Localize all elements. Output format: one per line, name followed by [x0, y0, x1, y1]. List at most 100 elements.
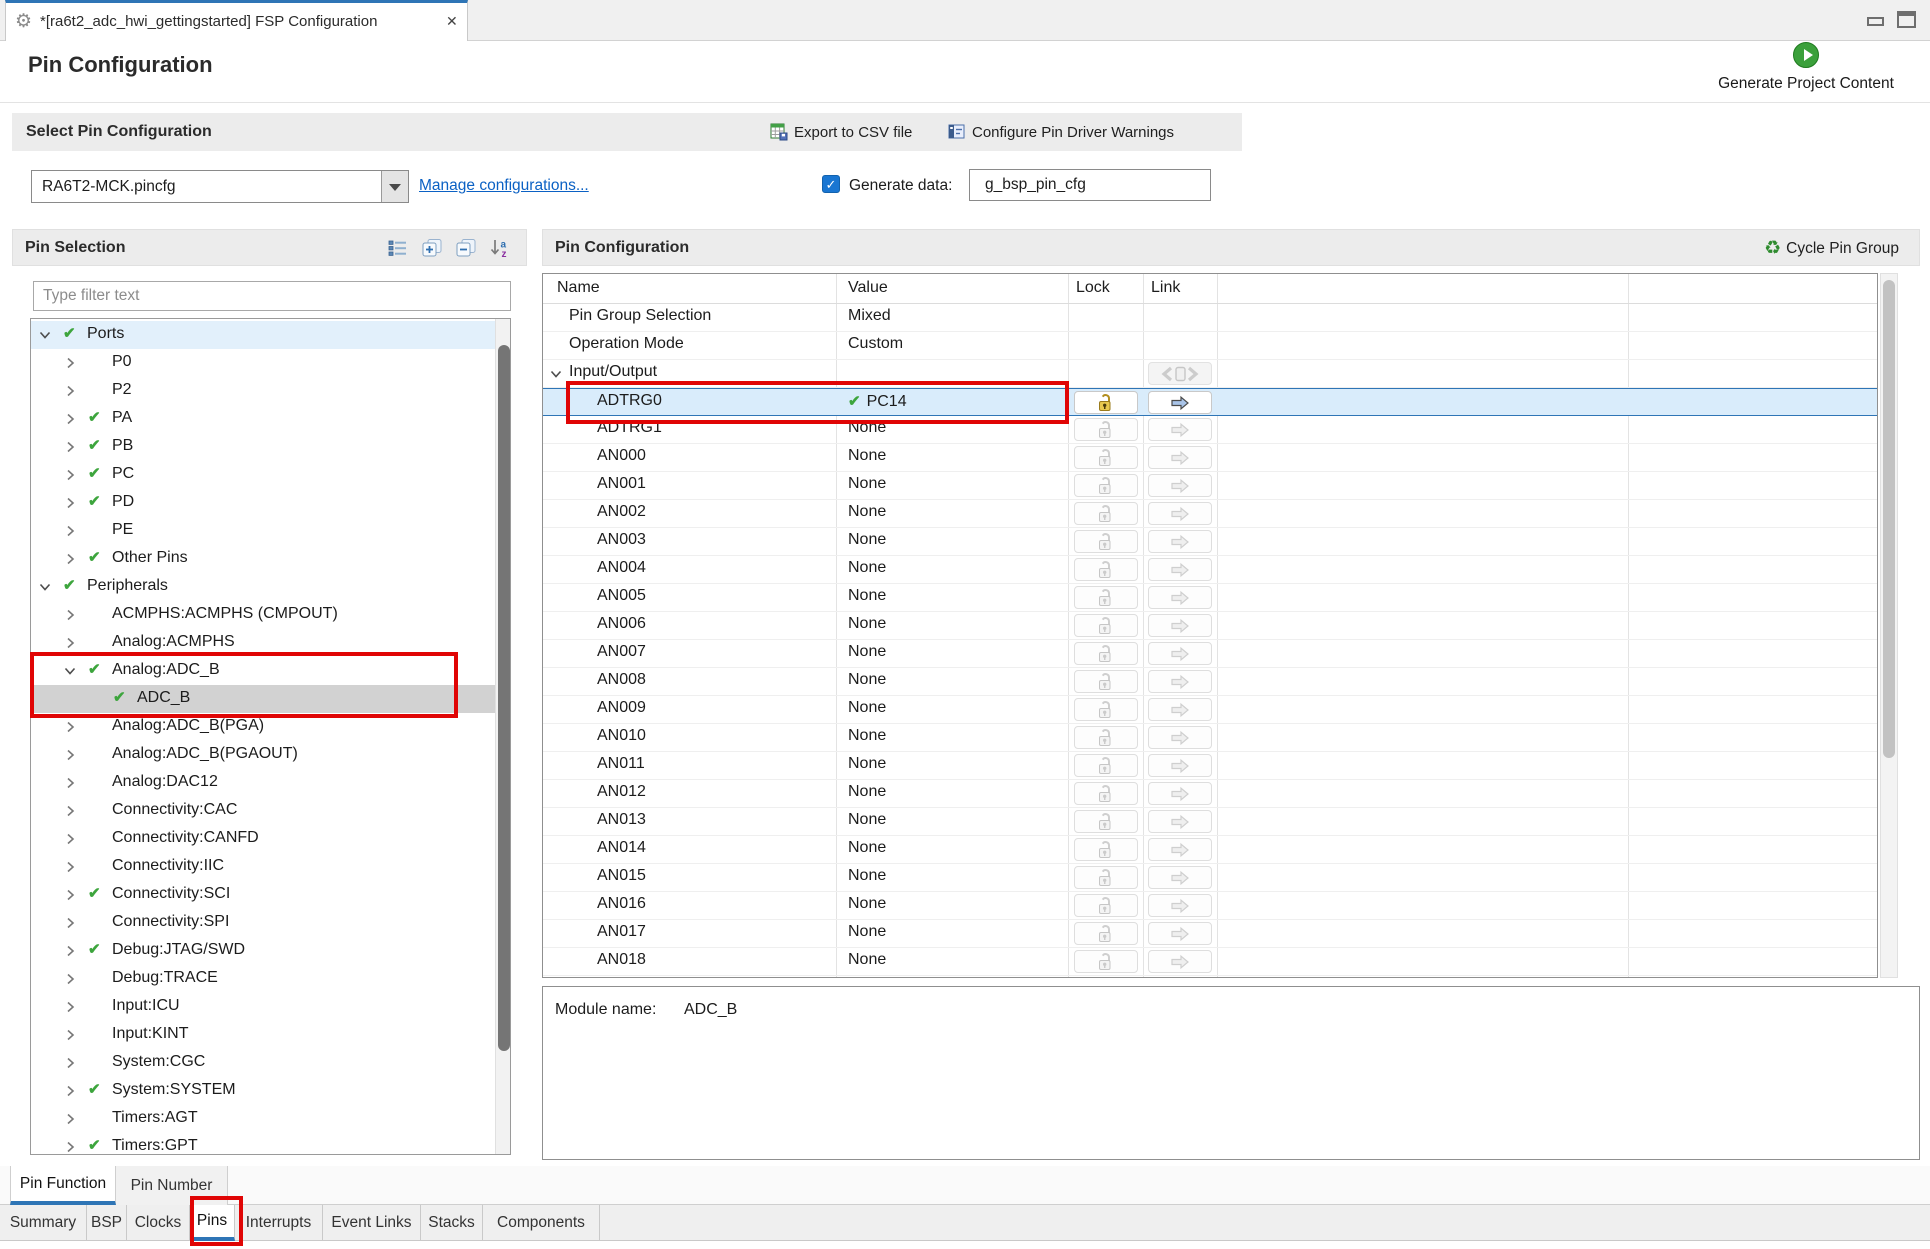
view-tab-pin-number[interactable]: Pin Number: [116, 1166, 228, 1205]
link-arrow-icon[interactable]: [1148, 950, 1212, 973]
table-scrollbar[interactable]: [1880, 273, 1898, 978]
link-arrow-icon[interactable]: [1148, 782, 1212, 805]
chevron-right-icon[interactable]: [62, 523, 78, 539]
page-tab-clocks[interactable]: Clocks: [127, 1205, 190, 1241]
pin-row-an003[interactable]: AN003None: [543, 528, 1877, 556]
link-arrow-icon[interactable]: [1148, 922, 1212, 945]
view-tab-pin-function[interactable]: Pin Function: [10, 1166, 116, 1205]
tree-scrollbar-thumb[interactable]: [498, 345, 510, 1051]
expand-all-icon[interactable]: [420, 237, 444, 259]
lock-unlocked-icon[interactable]: [1074, 474, 1138, 497]
link-arrow-icon[interactable]: [1148, 754, 1212, 777]
chevron-down-icon[interactable]: [62, 663, 78, 679]
chevron-right-icon[interactable]: [62, 859, 78, 875]
link-arrow-icon[interactable]: [1148, 838, 1212, 861]
page-tab-bsp[interactable]: BSP: [87, 1205, 127, 1241]
link-arrow-icon[interactable]: [1148, 726, 1212, 749]
page-tab-summary[interactable]: Summary: [0, 1205, 87, 1241]
pin-row-an016[interactable]: AN016None: [543, 892, 1877, 920]
lock-unlocked-icon[interactable]: [1074, 810, 1138, 833]
chevron-right-icon[interactable]: [62, 495, 78, 511]
tree-item-connectivity-spi[interactable]: Connectivity:SPI: [31, 909, 495, 937]
tree-item-connectivity-iic[interactable]: Connectivity:IIC: [31, 853, 495, 881]
pin-row-an008[interactable]: AN008None: [543, 668, 1877, 696]
tree-item-pa[interactable]: ✔PA: [31, 405, 495, 433]
table-scrollbar-thumb[interactable]: [1883, 280, 1895, 758]
chevron-right-icon[interactable]: [62, 999, 78, 1015]
page-tab-event-links[interactable]: Event Links: [323, 1205, 421, 1241]
lock-unlocked-icon[interactable]: [1074, 922, 1138, 945]
chevron-right-icon[interactable]: [62, 803, 78, 819]
link-arrow-icon[interactable]: [1148, 614, 1212, 637]
link-arrow-icon[interactable]: [1148, 866, 1212, 889]
link-arrow-icon[interactable]: [1148, 586, 1212, 609]
link-arrow-icon[interactable]: [1148, 642, 1212, 665]
lock-unlocked-icon[interactable]: [1074, 950, 1138, 973]
chevron-right-icon[interactable]: [62, 719, 78, 735]
tree-item-analog-dac12[interactable]: Analog:DAC12: [31, 769, 495, 797]
lock-unlocked-icon[interactable]: [1074, 558, 1138, 581]
chevron-right-icon[interactable]: [62, 1083, 78, 1099]
lock-unlocked-icon[interactable]: [1074, 446, 1138, 469]
tree-item-acmphs-acmphs-cmpout[interactable]: ACMPHS:ACMPHS (CMPOUT): [31, 601, 495, 629]
tree-item-system-system[interactable]: ✔System:SYSTEM: [31, 1077, 495, 1105]
tree-item-ports[interactable]: ✔Ports: [31, 321, 495, 349]
pin-row-an018[interactable]: AN018None: [543, 948, 1877, 976]
pin-row-an014[interactable]: AN014None: [543, 836, 1877, 864]
tree-item-peripherals[interactable]: ✔Peripherals: [31, 573, 495, 601]
tree-item-pb[interactable]: ✔PB: [31, 433, 495, 461]
lock-unlocked-icon[interactable]: [1074, 586, 1138, 609]
chevron-right-icon[interactable]: [62, 775, 78, 791]
chevron-right-icon[interactable]: [62, 1111, 78, 1127]
chevron-right-icon[interactable]: [62, 1055, 78, 1071]
collapse-all-icon[interactable]: [454, 237, 478, 259]
chevron-right-icon[interactable]: [62, 943, 78, 959]
pin-row-an015[interactable]: AN015None: [543, 864, 1877, 892]
tree-item-connectivity-cac[interactable]: Connectivity:CAC: [31, 797, 495, 825]
sort-az-icon[interactable]: az: [488, 237, 512, 259]
pin-row-an000[interactable]: AN000None: [543, 444, 1877, 472]
chevron-down-icon[interactable]: [381, 171, 408, 202]
link-arrow-icon[interactable]: [1148, 446, 1212, 469]
pin-row-an009[interactable]: AN009None: [543, 696, 1877, 724]
pin-row-an002[interactable]: AN002None: [543, 500, 1877, 528]
lock-unlocked-icon[interactable]: [1074, 754, 1138, 777]
chevron-right-icon[interactable]: [62, 1139, 78, 1155]
chevron-right-icon[interactable]: [62, 467, 78, 483]
tree-item-other-pins[interactable]: ✔Other Pins: [31, 545, 495, 573]
pin-row-adtrg1[interactable]: ADTRG1None: [543, 416, 1877, 444]
pin-row-an007[interactable]: AN007None: [543, 640, 1877, 668]
chevron-right-icon[interactable]: [62, 383, 78, 399]
page-tab-interrupts[interactable]: Interrupts: [235, 1205, 323, 1241]
configure-pin-driver-warnings-button[interactable]: Configure Pin Driver Warnings: [942, 118, 1180, 146]
tree-mode-icon[interactable]: [386, 237, 410, 259]
chevron-right-icon[interactable]: [62, 1027, 78, 1043]
lock-unlocked-icon[interactable]: [1074, 670, 1138, 693]
tree-item-analog-adc-b-pga[interactable]: Analog:ADC_B(PGA): [31, 713, 495, 741]
lock-unlocked-icon[interactable]: [1074, 838, 1138, 861]
chevron-right-icon[interactable]: [62, 607, 78, 623]
chevron-right-icon[interactable]: [62, 355, 78, 371]
tree-item-analog-adc-b-pgaout[interactable]: Analog:ADC_B(PGAOUT): [31, 741, 495, 769]
lock-unlocked-icon[interactable]: [1074, 782, 1138, 805]
lock-unlocked-icon[interactable]: [1074, 502, 1138, 525]
lock-unlocked-icon[interactable]: [1074, 894, 1138, 917]
pin-row-an017[interactable]: AN017None: [543, 920, 1877, 948]
lock-unlocked-icon[interactable]: [1074, 726, 1138, 749]
pin-group-pager-icon[interactable]: [1148, 362, 1212, 385]
chevron-right-icon[interactable]: [62, 971, 78, 987]
pin-row-an005[interactable]: AN005None: [543, 584, 1877, 612]
export-to-csv-button[interactable]: Export to CSV file: [764, 118, 918, 146]
generate-data-input[interactable]: [969, 169, 1211, 201]
tree-item-connectivity-sci[interactable]: ✔Connectivity:SCI: [31, 881, 495, 909]
lock-unlocked-icon[interactable]: [1074, 642, 1138, 665]
link-arrow-icon[interactable]: [1148, 558, 1212, 581]
pin-row-an004[interactable]: AN004None: [543, 556, 1877, 584]
pin-row-pin-group-selection[interactable]: Pin Group SelectionMixed: [543, 304, 1877, 332]
chevron-down-icon[interactable]: [37, 327, 53, 343]
tree-item-debug-trace[interactable]: Debug:TRACE: [31, 965, 495, 993]
pin-row-an006[interactable]: AN006None: [543, 612, 1877, 640]
link-arrow-icon[interactable]: [1148, 418, 1212, 441]
lock-unlocked-gold-icon[interactable]: [1074, 391, 1138, 414]
lock-unlocked-icon[interactable]: [1074, 698, 1138, 721]
